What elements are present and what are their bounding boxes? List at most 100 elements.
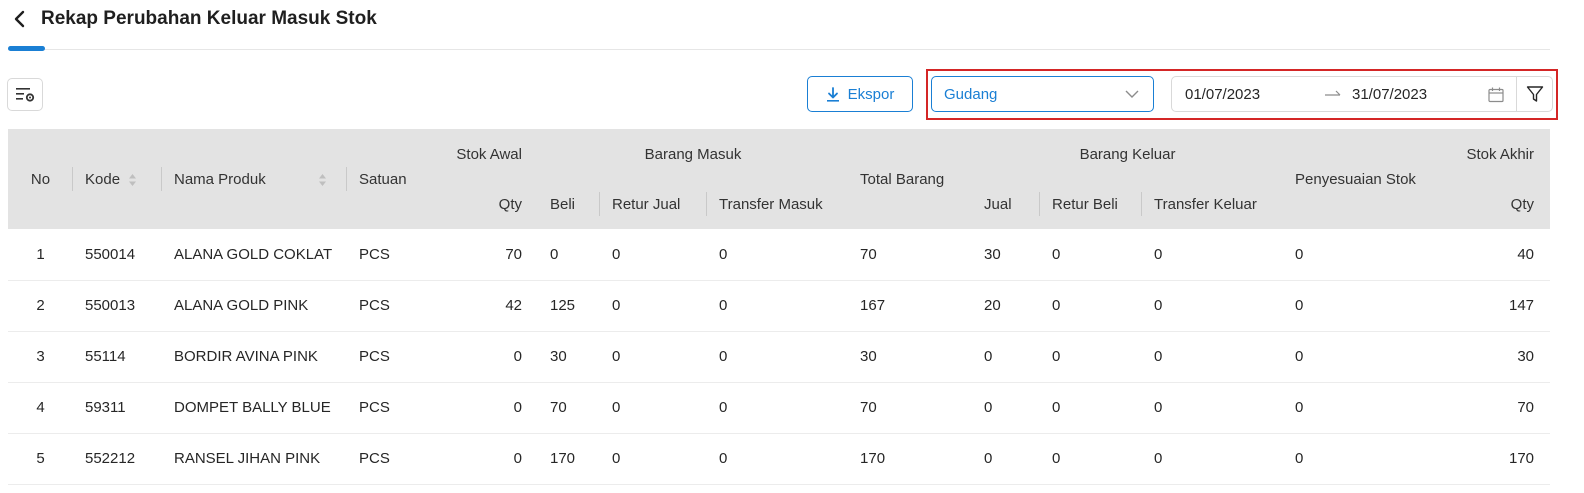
cell-transfer-masuk: 0 — [707, 433, 849, 485]
page-header: Rekap Perubahan Keluar Masuk Stok — [0, 0, 1584, 52]
table-row[interactable]: 4 59311 DOMPET BALLY BLUE PCS 0 70 0 0 7… — [8, 382, 1551, 434]
col-header-no: No — [8, 129, 73, 229]
cell-transfer-masuk: 0 — [707, 382, 849, 434]
stock-table: No Kode Nama Produk Satuan Stok Awal Bar… — [8, 129, 1551, 485]
cell-transfer-keluar: 0 — [1142, 229, 1284, 281]
cell-retur-beli: 0 — [1040, 229, 1143, 281]
cell-kode: 550014 — [73, 229, 162, 281]
cell-total-barang: 70 — [848, 382, 973, 434]
cell-satuan: PCS — [347, 331, 432, 383]
col-header-penyesuaian-stok: Penyesuaian Stok — [1283, 129, 1439, 229]
cell-satuan: PCS — [347, 433, 432, 485]
cell-retur-beli: 0 — [1040, 433, 1143, 485]
cell-transfer-keluar: 0 — [1142, 382, 1284, 434]
cell-kode: 550013 — [73, 280, 162, 332]
export-label: Ekspor — [847, 85, 895, 103]
cell-no: 3 — [8, 331, 73, 383]
col-header-retur-jual: Retur Jual — [600, 179, 707, 229]
col-header-total-barang: Total Barang — [848, 129, 973, 229]
cell-penyesuaian-stok: 0 — [1283, 229, 1439, 281]
column-settings-button[interactable] — [7, 78, 43, 111]
cell-stok-akhir: 147 — [1438, 280, 1551, 332]
cell-kode: 59311 — [73, 382, 162, 434]
range-arrow-icon — [1325, 90, 1341, 96]
col-header-kode[interactable]: Kode — [73, 129, 162, 229]
cell-retur-beli: 0 — [1040, 280, 1143, 332]
warehouse-select[interactable]: Gudang — [931, 76, 1154, 112]
date-start-input[interactable]: 01/07/2023 — [1185, 86, 1260, 103]
col-header-nama-produk[interactable]: Nama Produk — [162, 129, 347, 229]
cell-total-barang: 167 — [848, 280, 973, 332]
cell-transfer-masuk: 0 — [707, 280, 849, 332]
col-header-barang-masuk: Barang Masuk — [538, 129, 849, 179]
cell-stok-awal: 42 — [432, 280, 538, 332]
cell-beli: 125 — [538, 280, 600, 332]
date-range-picker[interactable]: 01/07/2023 31/07/2023 — [1171, 76, 1517, 112]
page-title: Rekap Perubahan Keluar Masuk Stok — [41, 8, 377, 29]
cell-stok-awal: 0 — [432, 433, 538, 485]
cell-satuan: PCS — [347, 280, 432, 332]
table-row[interactable]: 5 552212 RANSEL JIHAN PINK PCS 0 170 0 0… — [8, 433, 1551, 485]
chevron-down-icon — [1125, 90, 1139, 98]
cell-beli: 70 — [538, 382, 600, 434]
cell-transfer-keluar: 0 — [1142, 280, 1284, 332]
cell-total-barang: 70 — [848, 229, 973, 281]
col-header-transfer-keluar: Transfer Keluar — [1142, 179, 1284, 229]
cell-stok-awal: 70 — [432, 229, 538, 281]
cell-stok-awal: 0 — [432, 331, 538, 383]
table-row[interactable]: 3 55114 BORDIR AVINA PINK PCS 0 30 0 0 3… — [8, 331, 1551, 383]
cell-penyesuaian-stok: 0 — [1283, 433, 1439, 485]
download-icon — [826, 86, 839, 102]
cell-transfer-masuk: 0 — [707, 229, 849, 281]
cell-retur-beli: 0 — [1040, 331, 1143, 383]
table-row[interactable]: 2 550013 ALANA GOLD PINK PCS 42 125 0 0 … — [8, 280, 1551, 332]
cell-beli: 30 — [538, 331, 600, 383]
cell-retur-jual: 0 — [600, 229, 707, 281]
cell-stok-akhir: 170 — [1438, 433, 1551, 485]
warehouse-select-value: Gudang — [944, 86, 998, 103]
cell-no: 5 — [8, 433, 73, 485]
cell-satuan: PCS — [347, 382, 432, 434]
col-header-stok-awal: Stok Awal — [432, 129, 538, 179]
date-end-input[interactable]: 31/07/2023 — [1352, 86, 1427, 103]
cell-retur-jual: 0 — [600, 331, 707, 383]
cell-retur-jual: 0 — [600, 280, 707, 332]
cell-nama-produk: BORDIR AVINA PINK — [162, 331, 347, 383]
filter-icon — [1526, 86, 1544, 102]
cell-beli: 0 — [538, 229, 600, 281]
cell-nama-produk: ALANA GOLD PINK — [162, 280, 347, 332]
col-header-stok-akhir: Stok Akhir — [1438, 129, 1551, 179]
sort-icon[interactable] — [318, 173, 327, 187]
col-header-qty-akhir: Qty — [1438, 179, 1551, 229]
cell-no: 4 — [8, 382, 73, 434]
cell-nama-produk: RANSEL JIHAN PINK — [162, 433, 347, 485]
cell-stok-akhir: 70 — [1438, 382, 1551, 434]
cell-retur-jual: 0 — [600, 382, 707, 434]
cell-no: 1 — [8, 229, 73, 281]
filter-button[interactable] — [1516, 76, 1553, 112]
cell-kode: 552212 — [73, 433, 162, 485]
calendar-icon[interactable] — [1488, 87, 1504, 103]
cell-retur-beli: 0 — [1040, 382, 1143, 434]
col-header-jual: Jual — [972, 179, 1041, 229]
back-arrow-icon[interactable] — [10, 8, 30, 30]
cell-nama-produk: ALANA GOLD COKLAT — [162, 229, 347, 281]
cell-stok-akhir: 30 — [1438, 331, 1551, 383]
cell-stok-akhir: 40 — [1438, 229, 1551, 281]
table-row[interactable]: 1 550014 ALANA GOLD COKLAT PCS 70 0 0 0 … — [8, 229, 1551, 281]
cell-total-barang: 30 — [848, 331, 973, 383]
cell-jual: 0 — [972, 433, 1041, 485]
cell-transfer-masuk: 0 — [707, 331, 849, 383]
cell-retur-jual: 0 — [600, 433, 707, 485]
export-button[interactable]: Ekspor — [807, 76, 913, 112]
cell-kode: 55114 — [73, 331, 162, 383]
sort-icon[interactable] — [128, 173, 137, 187]
cell-penyesuaian-stok: 0 — [1283, 331, 1439, 383]
col-header-retur-beli: Retur Beli — [1040, 179, 1143, 229]
cell-jual: 30 — [972, 229, 1041, 281]
cell-beli: 170 — [538, 433, 600, 485]
col-header-transfer-masuk: Transfer Masuk — [707, 179, 849, 229]
cell-jual: 20 — [972, 280, 1041, 332]
table-body: 1 550014 ALANA GOLD COKLAT PCS 70 0 0 0 … — [8, 229, 1551, 485]
cell-total-barang: 170 — [848, 433, 973, 485]
